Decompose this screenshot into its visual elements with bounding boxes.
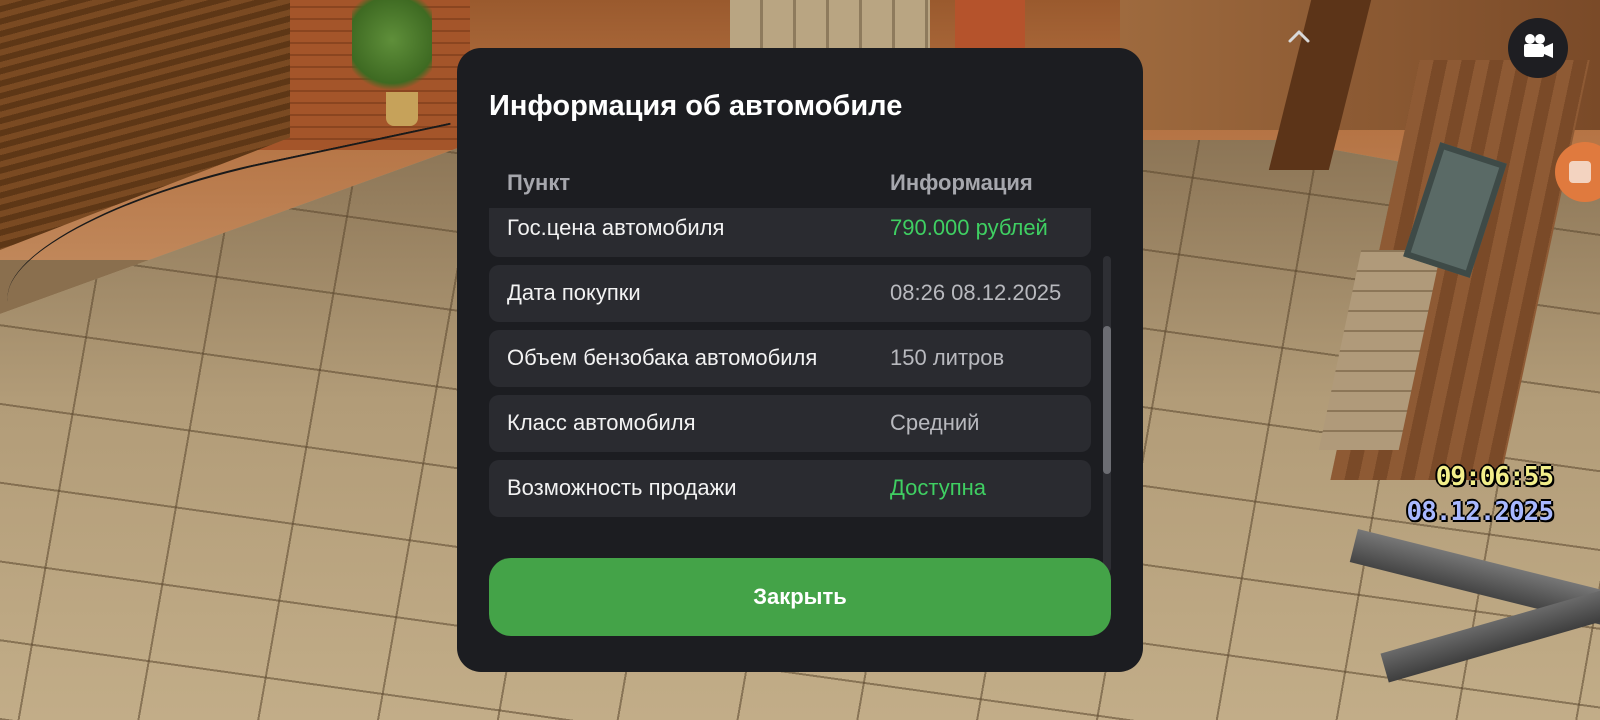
potted-plant [352, 0, 432, 100]
hud-clock: 09:06:55 [1435, 462, 1554, 492]
table-row: Гос.цена автомобиля 790.000 рублей [489, 208, 1091, 257]
scrollbar-thumb[interactable] [1103, 326, 1111, 474]
column-header-item: Пункт [507, 170, 571, 195]
row-value: 790.000 рублей [890, 215, 1048, 240]
table-row: Класс автомобиля Средний [489, 395, 1091, 452]
chevron-up-icon[interactable] [1284, 26, 1314, 46]
modal-title: Информация об автомобиле [489, 90, 903, 122]
vehicle-info-modal: Информация об автомобиле Пункт Информаци… [457, 48, 1143, 672]
hud-date: 08.12.2025 [1406, 497, 1554, 527]
row-value: Средний [890, 410, 980, 435]
row-label: Объем бензобака автомобиля [507, 345, 818, 370]
record-stop-icon [1569, 161, 1591, 183]
row-value: 08:26 08.12.2025 [890, 280, 1062, 305]
info-table[interactable]: Гос.цена автомобиля 790.000 рублей Дата … [489, 208, 1091, 570]
camera-button[interactable] [1508, 18, 1568, 78]
door [955, 0, 1025, 50]
row-label: Возможность продажи [507, 475, 737, 500]
table-row: Возможность продажи Доступна [489, 460, 1091, 517]
close-button[interactable]: Закрыть [489, 558, 1111, 636]
table-row: Дата покупки 08:26 08.12.2025 [489, 265, 1091, 322]
scrollbar[interactable] [1103, 256, 1111, 572]
row-label: Дата покупки [507, 280, 641, 305]
plant-pot [386, 92, 418, 126]
column-header-info: Информация [890, 170, 1033, 195]
row-label: Класс автомобиля [507, 410, 696, 435]
row-value: Доступна [890, 475, 987, 500]
video-camera-icon [1521, 32, 1555, 64]
table-header: Пункт Информация [507, 170, 1067, 200]
table-row: Объем бензобака автомобиля 150 литров [489, 330, 1091, 387]
row-label: Гос.цена автомобиля [507, 215, 725, 240]
row-value: 150 литров [890, 345, 1005, 370]
